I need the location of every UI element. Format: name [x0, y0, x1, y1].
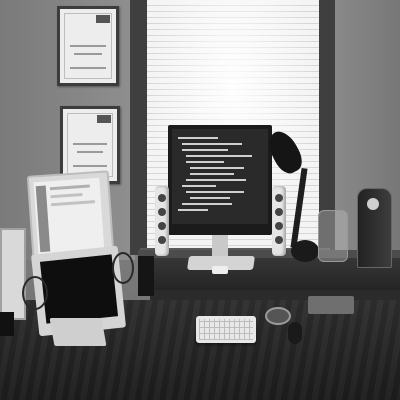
cable	[112, 252, 134, 284]
laptop-screen	[33, 177, 105, 259]
certificate-upper	[57, 6, 119, 86]
side-frame	[0, 228, 26, 320]
mouse	[288, 322, 302, 344]
cable	[22, 276, 48, 310]
desk-tray	[308, 296, 354, 314]
laptop-stand	[49, 318, 107, 346]
award-seal	[367, 198, 379, 210]
glass-trophy	[318, 210, 348, 262]
remote-control	[212, 266, 228, 274]
keyboard	[196, 316, 256, 343]
external-drive	[138, 256, 154, 296]
lamp-base	[291, 240, 319, 262]
tape-roll	[265, 307, 291, 325]
certificate-logo	[97, 115, 111, 123]
desk-setup-scene	[0, 0, 400, 400]
speaker-left	[155, 186, 169, 256]
small-device	[0, 312, 14, 336]
laptop-lower-screen	[39, 254, 119, 324]
monitor-screen	[172, 129, 268, 224]
speaker-right	[272, 186, 286, 256]
certificate-logo	[96, 15, 110, 23]
